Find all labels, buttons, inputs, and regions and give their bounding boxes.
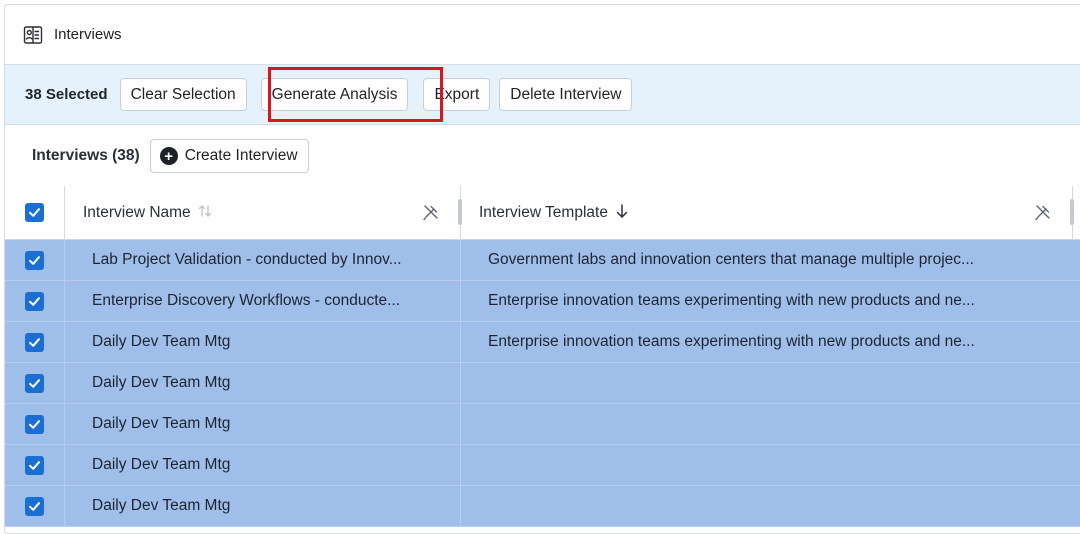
page-title: Interviews (54, 26, 122, 43)
interview-name-cell[interactable]: Enterprise Discovery Workflows - conduct… (65, 281, 461, 321)
column-template-label: Interview Template (479, 203, 608, 221)
table-row[interactable]: Daily Dev Team Mtg (5, 404, 1080, 445)
interview-name-cell[interactable]: Daily Dev Team Mtg (65, 445, 461, 485)
interview-name-cell[interactable]: Daily Dev Team Mtg (65, 322, 461, 362)
row-checkbox[interactable] (25, 414, 44, 434)
column-resize-handle[interactable] (1070, 199, 1074, 225)
checkmark-icon (29, 501, 40, 511)
interview-template-cell[interactable]: Government labs and innovation centers t… (461, 240, 1073, 280)
table-row[interactable]: Lab Project Validation - conducted by In… (5, 240, 1080, 281)
select-all-checkbox[interactable] (25, 203, 44, 222)
column-header-name[interactable]: Interview Name (65, 186, 462, 239)
panel-header: Interviews (5, 5, 1080, 65)
sort-icon[interactable] (197, 203, 213, 223)
table-body: Lab Project Validation - conducted by In… (5, 240, 1080, 527)
table-row[interactable]: Daily Dev Team Mtg (5, 445, 1080, 486)
unpin-icon[interactable] (422, 203, 440, 221)
table-row[interactable]: Daily Dev Team Mtg Enterprise innovation … (5, 322, 1080, 363)
checkmark-icon (29, 378, 40, 388)
checkmark-icon (29, 208, 40, 217)
interview-template-cell[interactable] (461, 404, 1073, 444)
generate-analysis-button[interactable]: Generate Analysis (260, 78, 409, 111)
table-row[interactable]: Daily Dev Team Mtg (5, 363, 1080, 404)
row-checkbox[interactable] (25, 373, 44, 393)
row-select-cell (5, 363, 65, 403)
export-button[interactable]: Export (423, 78, 491, 111)
checkmark-icon (29, 460, 40, 470)
row-select-cell (5, 322, 65, 362)
interview-template-cell[interactable]: Enterprise innovation teams experimentin… (461, 322, 1073, 362)
interview-name-cell[interactable]: Daily Dev Team Mtg (65, 363, 461, 403)
plus-circle-icon: + (159, 147, 178, 165)
sort-down-icon[interactable] (614, 203, 630, 223)
row-select-cell (5, 281, 65, 321)
interviews-table: Interview Name Interview Template Lab Pr… (5, 186, 1080, 527)
clear-selection-button[interactable]: Clear Selection (119, 78, 247, 111)
select-all-cell (5, 186, 65, 239)
create-interview-label: Create Interview (184, 147, 298, 164)
column-name-label: Interview Name (83, 203, 191, 221)
delete-interview-button[interactable]: Delete Interview (499, 78, 633, 111)
list-toolbar: Interviews (38) + Create Interview (5, 126, 1080, 187)
column-header-template[interactable]: Interview Template (461, 186, 1074, 239)
row-select-cell (5, 445, 65, 485)
checkmark-icon (29, 296, 40, 306)
checkmark-icon (29, 419, 40, 429)
table-row[interactable]: Enterprise Discovery Workflows - conduct… (5, 281, 1080, 322)
row-checkbox[interactable] (25, 250, 44, 270)
row-select-cell (5, 240, 65, 280)
row-select-cell (5, 486, 65, 526)
interview-template-cell[interactable]: Enterprise innovation teams experimentin… (461, 281, 1073, 321)
list-title: Interviews (38) (32, 147, 140, 164)
contact-card-icon (23, 25, 43, 45)
interview-name-cell[interactable]: Daily Dev Team Mtg (65, 404, 461, 444)
unpin-icon[interactable] (1034, 203, 1052, 221)
checkmark-icon (29, 255, 40, 265)
row-checkbox[interactable] (25, 496, 44, 516)
row-checkbox[interactable] (25, 291, 44, 311)
checkmark-icon (29, 337, 40, 347)
interview-name-cell[interactable]: Daily Dev Team Mtg (65, 486, 461, 526)
row-checkbox[interactable] (25, 332, 44, 352)
row-checkbox[interactable] (25, 455, 44, 475)
selection-toolbar: 38 Selected Clear Selection Generate Ana… (5, 65, 1080, 125)
selected-count: 38 Selected (25, 86, 108, 103)
interview-template-cell[interactable] (461, 445, 1073, 485)
row-select-cell (5, 404, 65, 444)
interview-name-cell[interactable]: Lab Project Validation - conducted by In… (65, 240, 461, 280)
table-row[interactable]: Daily Dev Team Mtg (5, 486, 1080, 527)
interviews-panel: Interviews 38 Selected Clear Selection G… (4, 4, 1080, 534)
interview-template-cell[interactable] (461, 486, 1073, 526)
create-interview-button[interactable]: + Create Interview (149, 139, 309, 173)
table-header: Interview Name Interview Template (5, 186, 1080, 240)
interview-template-cell[interactable] (461, 363, 1073, 403)
